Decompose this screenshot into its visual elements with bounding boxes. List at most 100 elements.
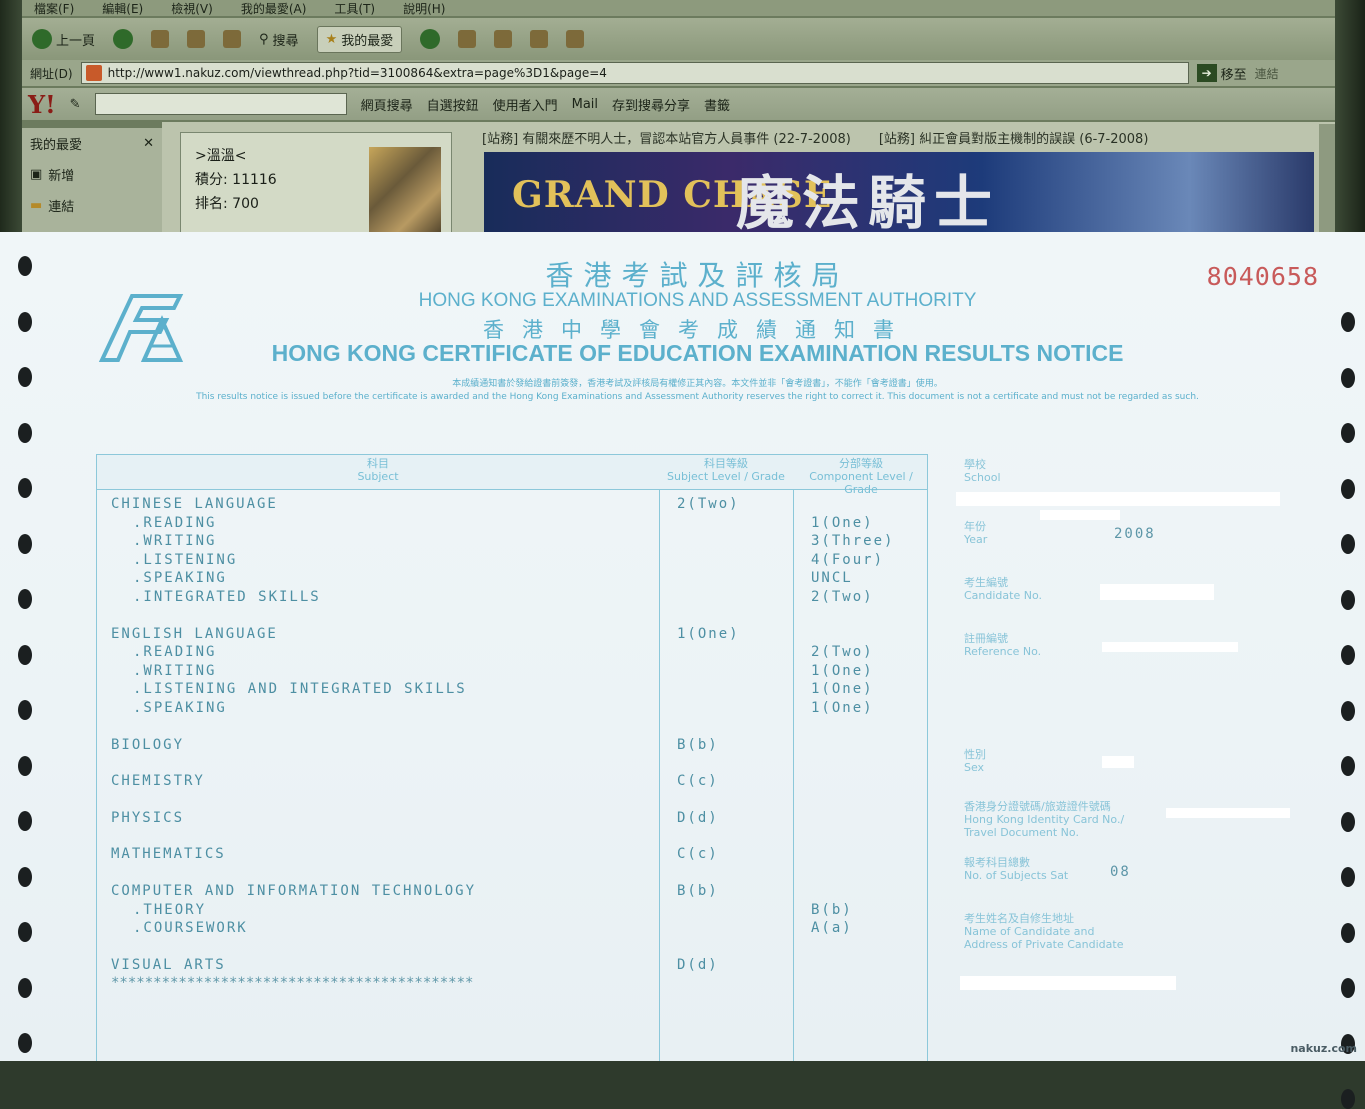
component-row: .LISTENING 4(Four) xyxy=(97,552,929,571)
field-sex: 性別 Sex xyxy=(964,748,1324,774)
year-value: 2008 xyxy=(1114,526,1156,542)
add-favorite-icon: ▣ xyxy=(30,167,43,182)
search-button[interactable]: ⚲ 搜尋 xyxy=(259,30,299,49)
disclaimer-zh: 本成績通知書於發給證書前簽發，香港考試及評核局有權修正其內容。本文件並非「會考證… xyxy=(452,379,943,389)
tractor-hole xyxy=(1341,589,1355,610)
subject-level xyxy=(659,792,793,810)
mail-button[interactable]: Mail xyxy=(572,97,598,112)
refresh-icon[interactable] xyxy=(187,30,206,48)
field-name-address: 考生姓名及自修生地址 Name of Candidate and Address… xyxy=(964,912,1324,951)
url-input[interactable]: http://www1.nakuz.com/viewthread.php?tid… xyxy=(80,62,1189,84)
subject-name xyxy=(97,939,659,957)
row-spacer xyxy=(97,865,929,883)
header-subject-en: Subject xyxy=(357,470,399,483)
notice-link-2[interactable]: [站務] 糾正會員對版主機制的誤誤 (6-7-2008) xyxy=(879,128,1149,147)
forward-arrow-icon[interactable] xyxy=(113,29,134,49)
subject-level: D(d) xyxy=(677,809,719,826)
subject-level xyxy=(659,663,793,682)
bookmarks-button[interactable]: 書籤 xyxy=(704,95,730,114)
back-button[interactable]: 上一頁 xyxy=(32,29,95,49)
tractor-hole xyxy=(1341,756,1355,776)
subject-name: CHEMISTRY xyxy=(111,773,205,790)
header-level: 科目等級 Subject Level / Grade xyxy=(659,457,793,483)
page-scrollbar[interactable] xyxy=(1319,124,1335,240)
subject-level xyxy=(659,533,793,552)
subject-level xyxy=(659,828,793,846)
component-level xyxy=(793,939,929,957)
home-icon[interactable] xyxy=(223,30,242,48)
avatar xyxy=(369,147,441,237)
result-rows: CHINESE LANGUAGE 2(Two) .READING 1(One) .WRI… xyxy=(97,496,929,994)
banner-title-text: 魔法騎士 xyxy=(736,169,1001,237)
row-spacer xyxy=(97,755,929,773)
subject-name: .LISTENING xyxy=(133,551,238,568)
tractor-hole xyxy=(1341,1089,1355,1109)
print-icon[interactable] xyxy=(494,30,513,48)
game-banner[interactable]: GRAND CHASE 魔法騎士 xyxy=(484,152,1314,240)
links-label[interactable]: 連結 xyxy=(1255,65,1279,82)
field-subjects-sat: 報考科目總數 No. of Subjects Sat 08 xyxy=(964,856,1324,882)
user-info-box: >溫溫< 積分: 11116 排名: 700 xyxy=(180,132,452,242)
results-table: 科目 Subject 科目等級 Subject Level / Grade 分部… xyxy=(96,454,928,1061)
subject-level: 1(One) xyxy=(677,625,740,642)
user-entry-button[interactable]: 使用者入門 xyxy=(493,95,558,114)
mail-icon[interactable] xyxy=(458,30,477,48)
back-arrow-icon xyxy=(32,29,52,49)
component-level xyxy=(793,828,929,846)
save-search-button[interactable]: 存到搜尋分享 xyxy=(612,95,690,114)
sidebar-add[interactable]: ▣ 新增 xyxy=(22,159,162,190)
tractor-hole xyxy=(1341,867,1355,887)
subject-name: .SPEAKING xyxy=(133,570,227,587)
edit-icon[interactable] xyxy=(530,30,549,48)
menu-edit[interactable]: 編輯(E) xyxy=(102,0,143,17)
stop-icon[interactable] xyxy=(151,30,170,48)
pencil-icon[interactable]: ✎ xyxy=(70,97,81,112)
disclaimer-en: This results notice is issued before the… xyxy=(196,392,1199,402)
component-row: .THEORY B(b) xyxy=(97,902,929,921)
yahoo-toolbar: Y! ✎ 網頁搜尋 自選按鈕 使用者入門 Mail 存到搜尋分享 書籤 xyxy=(22,88,1335,120)
subject-row: CHINESE LANGUAGE 2(Two) xyxy=(97,496,929,515)
subject-name: .WRITING xyxy=(133,533,217,550)
tractor-hole xyxy=(1341,922,1355,943)
component-level xyxy=(793,865,929,883)
tractor-hole xyxy=(1341,811,1355,832)
notice-link-1[interactable]: [站務] 有關來歷不明人士，冒認本站官方人員事件 (22-7-2008) xyxy=(482,128,851,147)
sidebar-item-links[interactable]: ▬ 連結 xyxy=(22,190,162,221)
close-icon[interactable]: ✕ xyxy=(143,136,154,151)
component-row: .INTEGRATED SKILLS 2(Two) xyxy=(97,589,929,608)
component-level xyxy=(793,755,929,773)
component-level: 3(Three) xyxy=(811,533,895,550)
menu-view[interactable]: 檢視(V) xyxy=(171,0,213,17)
school-label-en: School xyxy=(964,471,1001,484)
subject-name xyxy=(97,719,659,737)
yahoo-search-input[interactable] xyxy=(94,93,347,115)
subject-level: C(c) xyxy=(677,846,719,863)
tractor-hole xyxy=(1341,645,1355,665)
redaction-hkid xyxy=(1166,808,1290,818)
favorites-label: 我的最愛 xyxy=(341,33,394,49)
table-header: 科目 Subject 科目等級 Subject Level / Grade 分部… xyxy=(96,454,928,496)
component-level: 1(One) xyxy=(811,681,874,698)
go-button[interactable]: ➔ 移至 xyxy=(1196,64,1247,83)
menu-file[interactable]: 檔案(F) xyxy=(34,0,74,17)
tractor-hole xyxy=(1341,423,1355,443)
results-notice: 8040658 香港考試及評核局 HONG KONG EXAMINATIONS … xyxy=(0,232,1365,1109)
component-row: .READING 2(Two) xyxy=(97,644,929,663)
web-search-button[interactable]: 網頁搜尋 xyxy=(361,95,413,114)
monitor-bezel-left xyxy=(0,0,22,240)
yahoo-logo[interactable]: Y! xyxy=(28,90,56,119)
favorites-button[interactable]: ★ 我的最愛 xyxy=(316,25,403,53)
menu-help[interactable]: 說明(H) xyxy=(403,0,445,17)
messenger-icon[interactable] xyxy=(566,30,585,48)
menu-favorites[interactable]: 我的最愛(A) xyxy=(241,0,307,17)
subject-name: .READING xyxy=(133,514,217,531)
component-level xyxy=(793,792,929,810)
pick-button[interactable]: 自選按鈕 xyxy=(427,95,479,114)
tractor-hole xyxy=(18,866,32,887)
history-icon[interactable] xyxy=(420,29,441,49)
school-label-zh: 學校 xyxy=(964,458,986,471)
subject-name xyxy=(97,755,659,773)
subject-level xyxy=(659,719,793,737)
menu-tools[interactable]: 工具(T) xyxy=(334,0,375,17)
toolbar: 上一頁 ⚲ 搜尋 ★ 我的最愛 xyxy=(22,18,1335,60)
